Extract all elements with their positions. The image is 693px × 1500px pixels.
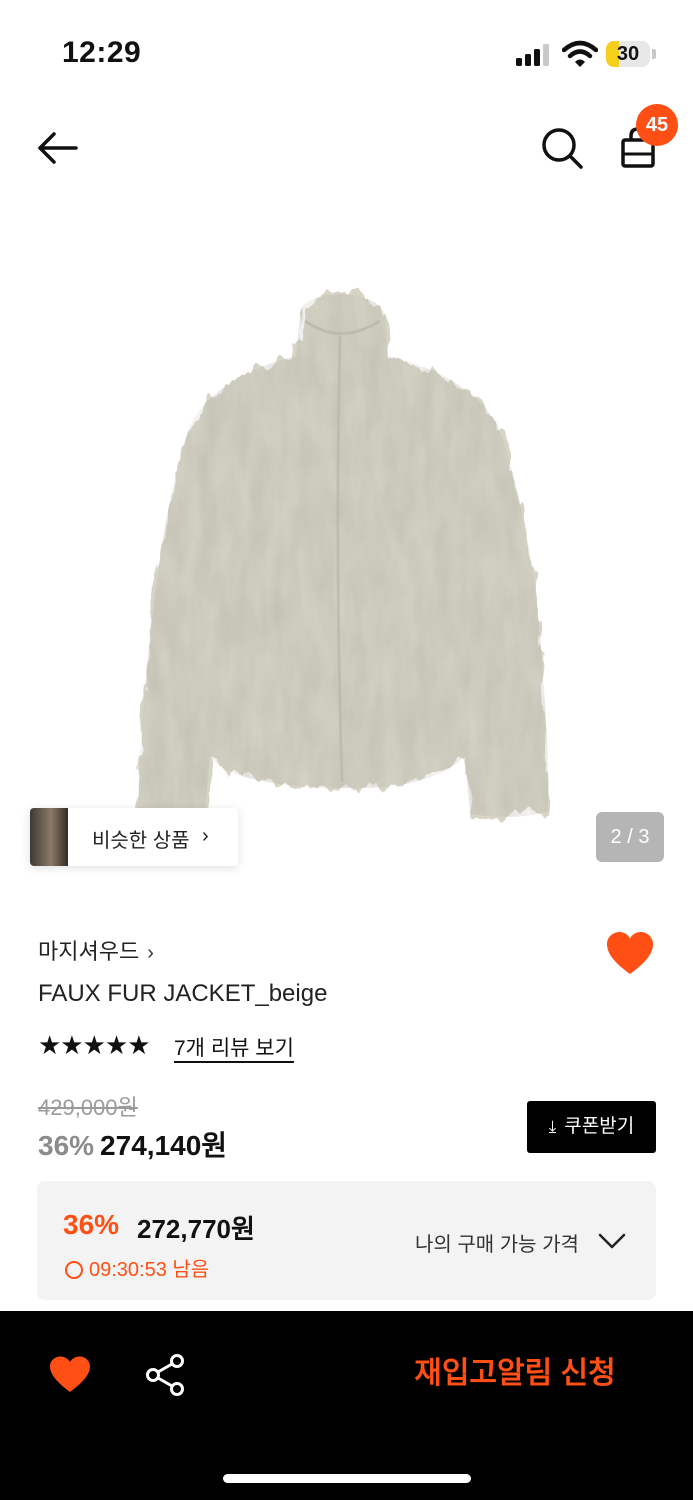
status-bar: 12:29 30 bbox=[0, 0, 693, 100]
signal-icon bbox=[516, 44, 549, 66]
download-icon: ⤓ bbox=[548, 1117, 557, 1136]
back-button[interactable] bbox=[32, 126, 86, 170]
chevron-right-icon: › bbox=[147, 942, 154, 964]
deal-timer: 09:30:53 남음 bbox=[65, 1253, 209, 1282]
top-nav bbox=[0, 100, 693, 196]
discount-rate: 36% bbox=[38, 1130, 95, 1161]
restock-alert-button[interactable]: 재입고알림 신청 bbox=[380, 1349, 650, 1399]
status-time: 12:29 bbox=[62, 36, 142, 69]
product-image[interactable] bbox=[0, 196, 693, 886]
my-price-label: 나의 구매 가능 가격 bbox=[415, 1234, 579, 1256]
wifi-icon bbox=[562, 40, 598, 67]
price-row: 36% 274,140원 bbox=[38, 1124, 227, 1164]
chevron-right-icon: › bbox=[202, 825, 209, 847]
my-discount-rate: 36% bbox=[63, 1209, 120, 1240]
share-icon[interactable] bbox=[144, 1353, 186, 1397]
my-price: 272,770원 bbox=[137, 1214, 255, 1244]
brand-name: 마지셔우드 bbox=[38, 939, 140, 964]
heart-icon[interactable] bbox=[604, 930, 656, 978]
product-name: FAUX FUR JACKET_beige bbox=[38, 980, 328, 1007]
search-icon[interactable] bbox=[538, 124, 586, 172]
battery-level: 30 bbox=[616, 43, 640, 65]
coupon-label: 쿠폰받기 bbox=[564, 1116, 635, 1137]
battery-indicator: 30 bbox=[606, 41, 656, 69]
similar-product-thumbnail bbox=[30, 808, 68, 866]
cart-count-badge: 45 bbox=[636, 104, 678, 146]
similar-products-button[interactable]: 비슷한 상품 › bbox=[30, 808, 238, 866]
coupon-button[interactable]: ⤓ 쿠폰받기 bbox=[527, 1101, 656, 1153]
original-price: 429,000원 bbox=[38, 1095, 138, 1120]
brand-link[interactable]: 마지셔우드 › bbox=[38, 934, 154, 966]
sale-price: 274,140원 bbox=[100, 1130, 228, 1161]
clock-icon bbox=[65, 1261, 83, 1279]
chevron-down-icon bbox=[598, 1233, 626, 1249]
rating-stars: ★★★★★ bbox=[38, 1030, 151, 1060]
similar-products-label: 비슷한 상품 bbox=[92, 830, 190, 852]
heart-icon[interactable] bbox=[48, 1355, 92, 1395]
review-link[interactable]: 7개 리뷰 보기 bbox=[174, 1032, 294, 1062]
timer-text: 09:30:53 남음 bbox=[89, 1259, 210, 1281]
my-price-panel[interactable]: 36% 272,770원 09:30:53 남음 나의 구매 가능 가격 bbox=[37, 1181, 656, 1300]
bottom-action-bar: 재입고알림 신청 bbox=[0, 1311, 693, 1500]
home-indicator bbox=[223, 1474, 471, 1483]
image-page-indicator: 2 / 3 bbox=[596, 812, 664, 862]
faux-fur-jacket-image bbox=[138, 294, 549, 817]
